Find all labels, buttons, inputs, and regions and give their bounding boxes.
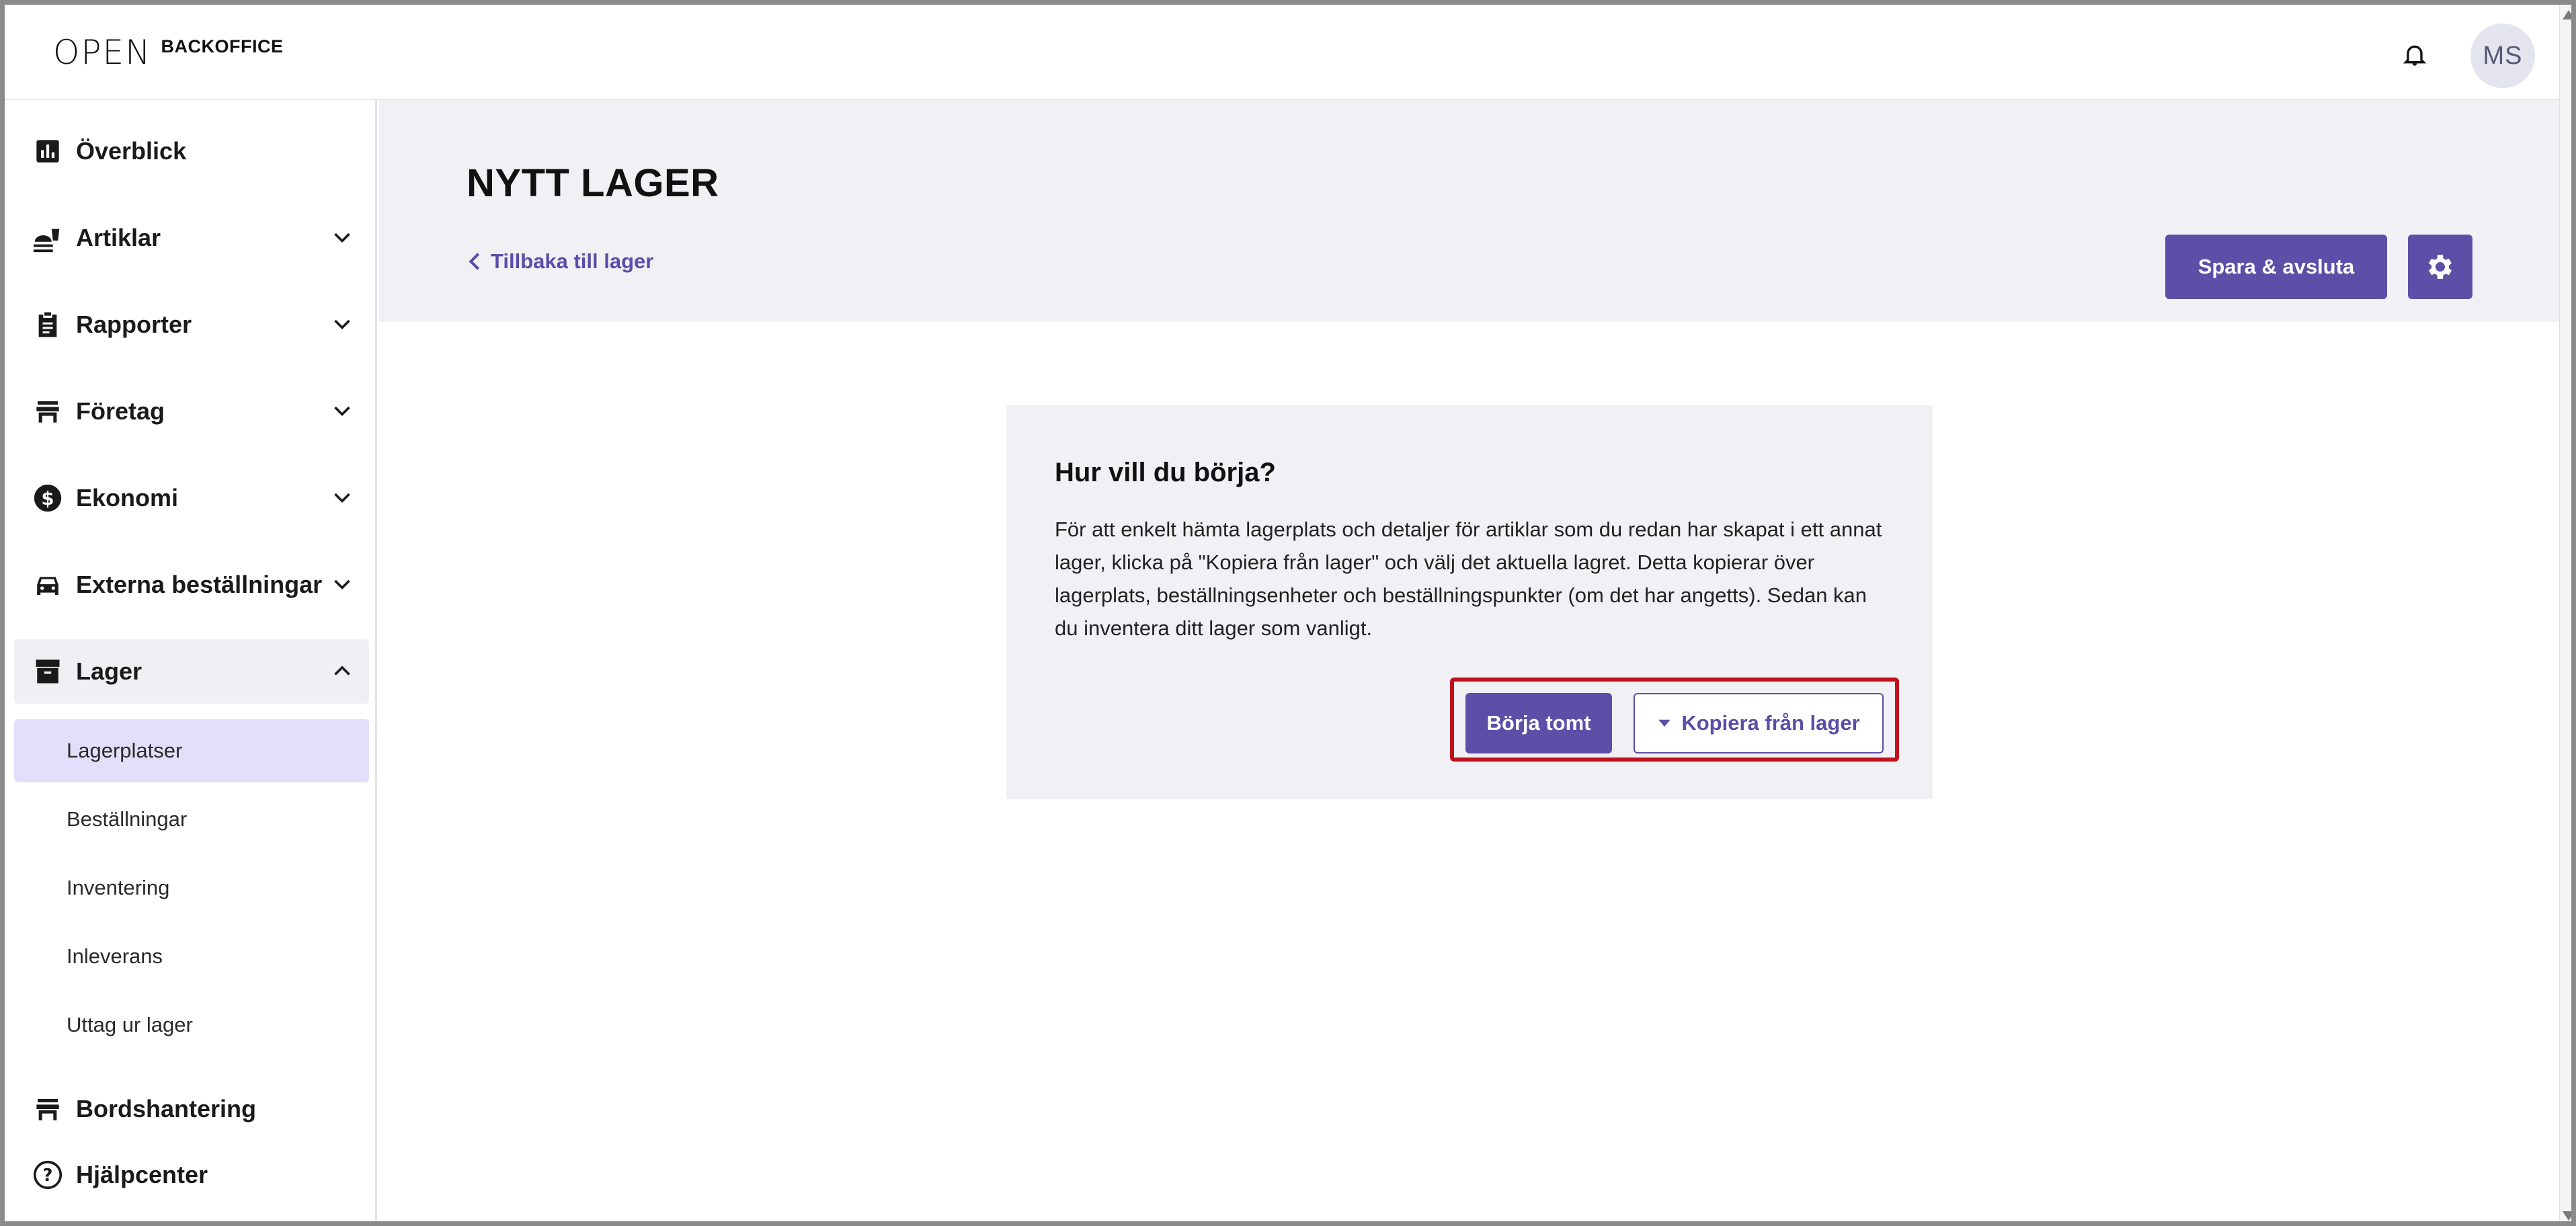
sidebar-item-label: Artiklar (76, 224, 161, 251)
chevron-left-icon (469, 253, 480, 270)
sidebar-item-hjalpcenter[interactable]: ? Hjälpcenter (14, 1143, 369, 1207)
clipboard-icon (32, 309, 64, 341)
scrollbar[interactable] (2559, 5, 2571, 1221)
card-description: För att enkelt hämta lagerplats och deta… (1055, 518, 1882, 640)
store-icon (32, 395, 64, 427)
avatar[interactable]: MS (2470, 24, 2535, 88)
archive-icon (32, 655, 64, 688)
bar-chart-icon (32, 135, 64, 167)
sidebar-item-bordshantering[interactable]: Bordshantering (14, 1077, 369, 1141)
gear-icon (2429, 255, 2452, 279)
sidebar-subitem-bestallningar[interactable]: Beställningar (14, 788, 369, 851)
back-link[interactable]: Tillbaka till lager (467, 249, 653, 274)
sidebar-item-label: Externa beställningar (76, 571, 323, 598)
sidebar-subitem-label: Lagerplatser (67, 739, 183, 762)
dollar-icon: $ (32, 482, 64, 514)
sidebar-subitem-label: Inventering (67, 876, 170, 899)
sidebar-item-label: Företag (76, 397, 165, 425)
page-title: NYTT LAGER (467, 161, 719, 205)
chevron-down-icon (334, 579, 350, 590)
chevron-down-icon (334, 319, 350, 330)
sidebar-subitem-inleverans[interactable]: Inleverans (14, 925, 369, 988)
sidebar-item-label: Hjälpcenter (76, 1161, 208, 1188)
chevron-down-icon (334, 233, 350, 243)
sidebar: Överblick Artiklar Rapporter Företag $ E… (5, 100, 377, 1221)
svg-text:$: $ (41, 488, 54, 509)
chevron-down-icon (334, 406, 350, 417)
card-title: Hur vill du börja? (1055, 458, 1276, 487)
caret-down-icon (1658, 719, 1671, 727)
scroll-down-arrow-icon[interactable] (2563, 1211, 2571, 1221)
sidebar-subitem-uttag-ur-lager[interactable]: Uttag ur lager (14, 993, 369, 1057)
top-bar: OPEN BACKOFFICE MS (5, 5, 2559, 100)
sidebar-subitem-label: Inleverans (67, 944, 163, 968)
sidebar-item-label: Överblick (76, 137, 187, 165)
sidebar-item-artiklar[interactable]: Artiklar (14, 206, 369, 270)
logo-mark: OPEN (53, 33, 152, 72)
sidebar-item-foretag[interactable]: Företag (14, 379, 369, 444)
sidebar-item-label: Ekonomi (76, 484, 179, 512)
start-empty-button[interactable]: Börja tomt (1465, 693, 1612, 753)
copy-from-warehouse-button[interactable]: Kopiera från lager (1634, 693, 1884, 753)
page-header: NYTT LAGER Tillbaka till lager Spara & a… (379, 100, 2559, 322)
sidebar-item-label: Lager (76, 657, 143, 685)
sidebar-subitem-lagerplatser[interactable]: Lagerplatser (14, 719, 369, 782)
table-icon (32, 1093, 64, 1125)
main-content: Hur vill du börja? För att enkelt hämta … (379, 322, 2559, 1221)
food-icon (32, 222, 64, 254)
chevron-down-icon (334, 493, 350, 503)
logo-text: BACKOFFICE (161, 36, 284, 56)
sidebar-subitem-inventering[interactable]: Inventering (14, 856, 369, 920)
sidebar-item-ekonomi[interactable]: $ Ekonomi (14, 466, 369, 530)
start-options-card: Hur vill du börja? För att enkelt hämta … (1006, 405, 1933, 799)
sidebar-item-rapporter[interactable]: Rapporter (14, 292, 369, 357)
bell-icon[interactable] (2398, 37, 2431, 72)
sidebar-subitem-label: Uttag ur lager (67, 1013, 193, 1036)
copy-button-label: Kopiera från lager (1681, 711, 1860, 735)
sidebar-item-lager[interactable]: Lager (14, 639, 369, 704)
sidebar-item-externa-bestallningar[interactable]: Externa beställningar (14, 553, 369, 617)
sidebar-item-overblick[interactable]: Överblick (14, 119, 369, 183)
sidebar-item-label: Bordshantering (76, 1095, 257, 1122)
sidebar-item-label: Rapporter (76, 311, 192, 338)
help-icon: ? (32, 1159, 64, 1191)
logo[interactable]: OPEN BACKOFFICE (53, 33, 284, 73)
save-and-close-button[interactable]: Spara & avsluta (2165, 235, 2387, 299)
car-icon (32, 569, 64, 601)
svg-text:?: ? (43, 1166, 53, 1186)
back-link-label: Tillbaka till lager (491, 249, 654, 273)
scroll-up-arrow-icon[interactable] (2563, 10, 2571, 19)
app-window: OPEN BACKOFFICE MS Överblick Artiklar Ra… (0, 0, 2576, 1226)
settings-button[interactable] (2408, 235, 2472, 299)
sidebar-subitem-label: Beställningar (67, 807, 188, 831)
chevron-up-icon (334, 665, 350, 676)
